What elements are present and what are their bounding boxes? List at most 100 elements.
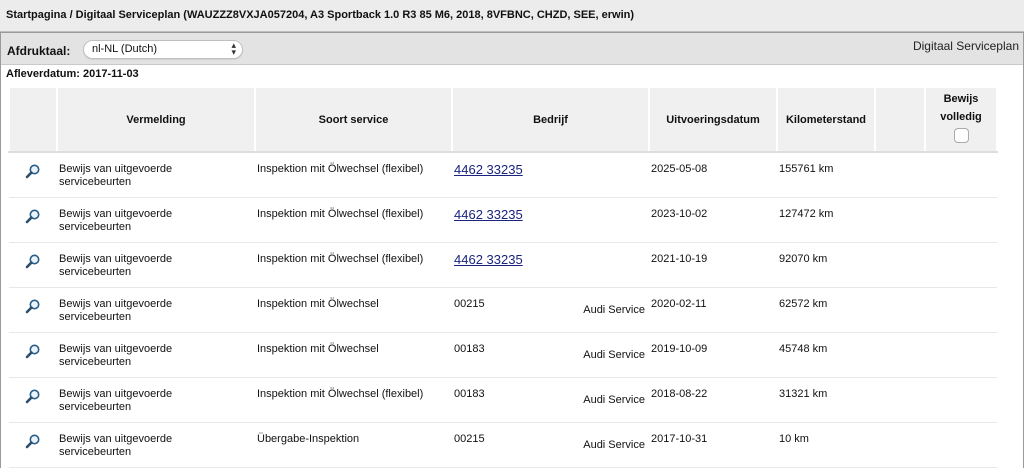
company-code: 00183 <box>454 343 485 355</box>
entry-cell: Bewijs van uitgevoerde servicebeurten <box>57 242 255 288</box>
spacer-cell <box>875 287 925 333</box>
service-type-cell: Übergabe-Inspektion <box>255 422 452 468</box>
service-type-cell: Inspektion mit Ölwechsel <box>255 287 452 333</box>
detail-cell <box>9 242 57 288</box>
date-cell: 2019-10-09 <box>649 332 777 378</box>
table-body: Bewijs van uitgevoerde servicebeurten In… <box>9 152 997 468</box>
spacer-cell <box>875 197 925 243</box>
magnifier-icon[interactable] <box>25 433 41 449</box>
mileage-cell: 62572 km <box>777 287 875 333</box>
entry-line1: Bewijs van uitgevoerde <box>59 208 173 220</box>
detail-cell <box>9 197 57 243</box>
magnifier-icon[interactable] <box>25 208 41 224</box>
company-code: 00215 <box>454 433 485 445</box>
toolbar: Afdruktaal: nl-NL (Dutch) ▴ ▾ Digitaal Se… <box>1 32 1023 65</box>
date-cell: 2020-02-11 <box>649 287 777 333</box>
table-row: Bewijs van uitgevoerde servicebeurten In… <box>9 242 997 288</box>
magnifier-icon[interactable] <box>25 343 41 359</box>
service-name: Audi Service <box>583 394 645 406</box>
service-name: Audi Service <box>583 304 645 316</box>
entry-cell: Bewijs van uitgevoerde servicebeurten <box>57 377 255 423</box>
proof-cell <box>925 332 997 378</box>
spacer-cell <box>875 377 925 423</box>
service-name: Audi Service <box>583 349 645 361</box>
company-cell: 4462 33235 <box>452 242 649 288</box>
mileage-cell: 45748 km <box>777 332 875 378</box>
proof-cell <box>925 242 997 288</box>
header-mileage[interactable]: Kilometerstand <box>776 88 876 153</box>
proof-cell <box>925 152 997 198</box>
spacer-cell <box>875 152 925 198</box>
print-language-select[interactable]: nl-NL (Dutch) ▴ ▾ <box>83 40 243 59</box>
company-link[interactable]: 4462 33235 <box>454 253 523 266</box>
magnifier-icon[interactable] <box>25 298 41 314</box>
entry-line2: servicebeurten <box>59 266 132 278</box>
mileage-cell: 155761 km <box>777 152 875 198</box>
print-language-label: Afdruktaal: <box>7 44 71 58</box>
service-type-cell: Inspektion mit Ölwechsel (flexibel) <box>255 197 452 243</box>
service-type-cell: Inspektion mit Ölwechsel <box>255 332 452 378</box>
spacer-cell <box>875 422 925 468</box>
table-row: Bewijs van uitgevoerde servicebeurten Üb… <box>9 422 997 468</box>
company-link[interactable]: 4462 33235 <box>454 163 523 176</box>
entry-line1: Bewijs van uitgevoerde <box>59 388 173 400</box>
header-icon-column <box>8 88 58 153</box>
detail-cell <box>9 422 57 468</box>
chevron-updown-icon: ▴ ▾ <box>231 40 236 57</box>
spacer-cell <box>875 332 925 378</box>
table-row: Bewijs van uitgevoerde servicebeurten In… <box>9 377 997 423</box>
header-proof-line2: volledig <box>940 111 982 123</box>
header-proof-line1: Bewijs <box>943 93 979 105</box>
magnifier-icon[interactable] <box>25 388 41 404</box>
detail-cell <box>9 152 57 198</box>
company-link[interactable]: 4462 33235 <box>454 208 523 221</box>
entry-line1: Bewijs van uitgevoerde <box>59 343 173 355</box>
table-row: Bewijs van uitgevoerde servicebeurten In… <box>9 152 997 198</box>
entry-line1: Bewijs van uitgevoerde <box>59 298 173 310</box>
proof-complete-checkbox[interactable] <box>953 128 969 143</box>
date-cell: 2017-10-31 <box>649 422 777 468</box>
entry-cell: Bewijs van uitgevoerde servicebeurten <box>57 197 255 243</box>
entry-cell: Bewijs van uitgevoerde servicebeurten <box>57 152 255 198</box>
header-date[interactable]: Uitvoeringsdatum <box>648 88 778 153</box>
header-entry[interactable]: Vermelding <box>56 88 256 153</box>
entry-cell: Bewijs van uitgevoerde servicebeurten <box>57 287 255 333</box>
magnifier-icon[interactable] <box>25 163 41 179</box>
entry-line1: Bewijs van uitgevoerde <box>59 433 173 445</box>
detail-cell <box>9 377 57 423</box>
company-cell: 4462 33235 <box>452 152 649 198</box>
company-code: 00215 <box>454 298 485 310</box>
entry-cell: Bewijs van uitgevoerde servicebeurten <box>57 332 255 378</box>
date-cell: 2018-08-22 <box>649 377 777 423</box>
table-row: Bewijs van uitgevoerde servicebeurten In… <box>9 332 997 378</box>
entry-line1: Bewijs van uitgevoerde <box>59 163 173 175</box>
proof-cell <box>925 377 997 423</box>
table-row: Bewijs van uitgevoerde servicebeurten In… <box>9 197 997 243</box>
delivery-date: Afleverdatum: 2017-11-03 <box>6 68 139 80</box>
company-cell: 00215 Audi Service <box>452 287 649 333</box>
table-row: Bewijs van uitgevoerde servicebeurten In… <box>9 287 997 333</box>
entry-line2: servicebeurten <box>59 176 132 188</box>
proof-cell <box>925 422 997 468</box>
header-service-type[interactable]: Soort service <box>254 88 453 153</box>
date-cell: 2021-10-19 <box>649 242 777 288</box>
company-cell: 00183 Audi Service <box>452 377 649 423</box>
print-language-value: nl-NL (Dutch) <box>92 43 157 55</box>
entry-line2: servicebeurten <box>59 356 132 368</box>
detail-cell <box>9 332 57 378</box>
header-company[interactable]: Bedrijf <box>451 88 650 153</box>
service-type-cell: Inspektion mit Ölwechsel (flexibel) <box>255 242 452 288</box>
magnifier-icon[interactable] <box>25 253 41 269</box>
detail-cell <box>9 287 57 333</box>
entry-line2: servicebeurten <box>59 446 132 458</box>
entry-line2: servicebeurten <box>59 401 132 413</box>
spacer-cell <box>875 242 925 288</box>
plan-title: Digitaal Serviceplan <box>912 39 1019 53</box>
company-cell: 4462 33235 <box>452 197 649 243</box>
entry-line1: Bewijs van uitgevoerde <box>59 253 173 265</box>
mileage-cell: 127472 km <box>777 197 875 243</box>
table-header-row: Vermelding Soort service Bedrijf Uitvoer… <box>8 88 998 153</box>
company-code: 00183 <box>454 388 485 400</box>
service-name: Audi Service <box>583 439 645 451</box>
proof-cell <box>925 197 997 243</box>
